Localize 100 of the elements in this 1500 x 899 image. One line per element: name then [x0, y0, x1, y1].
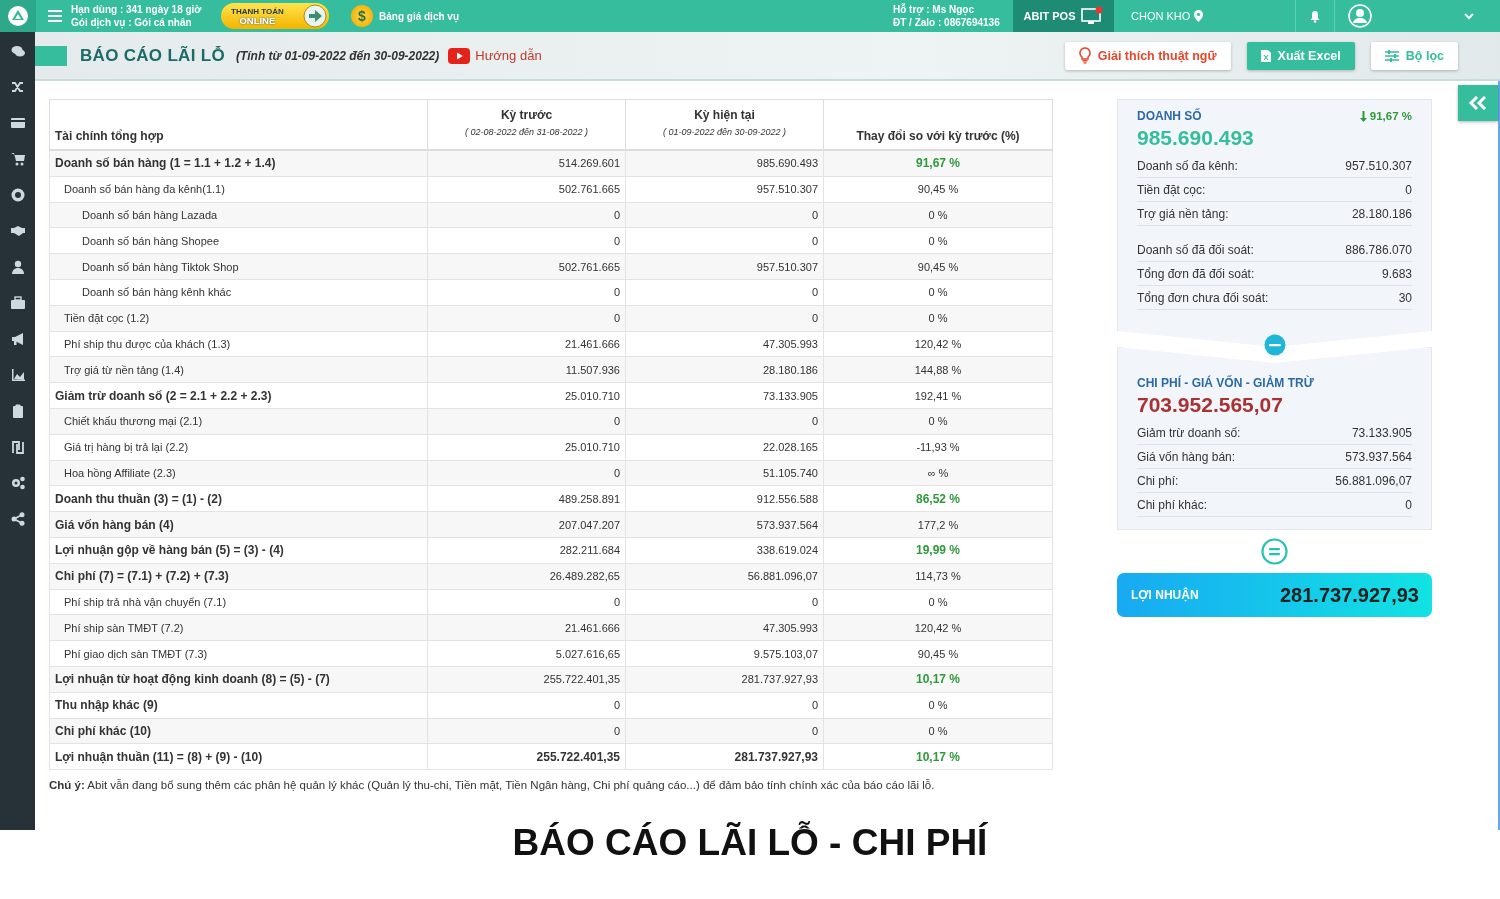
change-cell: 10,17 % — [915, 749, 960, 764]
summary-label: Chi phí khác: — [1137, 497, 1208, 512]
table-cell: 0 — [613, 466, 620, 479]
table-cell: 56.881.096,07 — [747, 570, 818, 583]
table-cell: 26.489.282,65 — [549, 570, 620, 583]
table-cell: 912.556.588 — [756, 492, 818, 505]
row-label: Thu nhập khác (9) — [55, 698, 158, 713]
card-icon[interactable] — [10, 116, 25, 130]
user-icon[interactable] — [10, 260, 25, 274]
table-cell: 28.180.186 — [762, 363, 818, 376]
row-label: Phí ship thu được của khách (1.3) — [64, 337, 231, 350]
row-label: Doanh thu thuần (3) = (1) - (2) — [55, 491, 222, 506]
column-header: Thay đổi so với kỳ trước (%) — [855, 129, 1021, 143]
change-cell: 114,73 % — [915, 570, 961, 583]
summary-value: 957.510.307 — [1345, 158, 1412, 173]
table-cell: 0 — [613, 286, 620, 299]
pos-button[interactable]: ABIT POS — [1013, 0, 1114, 32]
pay-online-button[interactable]: THANH TOÁN ONLINE — [221, 3, 329, 29]
change-cell: 86,52 % — [915, 491, 960, 506]
megaphone-icon[interactable] — [10, 332, 25, 346]
table-cell: 502.761.665 — [558, 260, 620, 273]
row-label: Lợi nhuận từ hoạt động kinh doanh (8) = (5) - (7) — [55, 672, 330, 687]
filter-button[interactable]: Bộ lọc — [1370, 41, 1458, 70]
summary-value: 9.683 — [1381, 266, 1412, 281]
title-accent-bar — [35, 45, 67, 66]
table-cell: 0 — [811, 286, 818, 299]
change-cell: 144,88 % — [914, 363, 962, 376]
plan-text: Gói dịch vụ : Gói cá nhân — [71, 16, 193, 29]
sliders-icon — [1384, 49, 1399, 62]
table-cell: 514.269.601 — [558, 157, 620, 170]
location-pin-icon — [1194, 10, 1204, 22]
table-cell: 957.510.307 — [756, 183, 818, 196]
card-title: CHI PHÍ - GIÁ VỐN - GIẢM TRỪ — [1137, 376, 1315, 390]
arrow-right-icon — [303, 4, 327, 28]
table-cell: 47.305.993 — [762, 621, 818, 634]
row-label: Phí giao dịch sàn TMĐT (7.3) — [64, 647, 208, 660]
cart-icon[interactable] — [10, 152, 25, 166]
double-chevron-left-icon — [1468, 96, 1488, 110]
table-cell: 5.027.616,65 — [555, 647, 620, 660]
row-label: Chi phí (7) = (7.1) + (7.2) + (7.3) — [55, 569, 229, 584]
change-cell: 90,45 % — [917, 183, 959, 196]
table-cell: 11.507.936 — [565, 363, 620, 376]
table-cell: 0 — [613, 699, 620, 712]
row-label: Giá vốn hàng bán (4) — [55, 517, 174, 532]
table-cell: 281.737.927,93 — [741, 673, 818, 686]
change-cell: 0 % — [928, 699, 948, 712]
arrow-down-icon — [1359, 110, 1367, 122]
chat-icon[interactable] — [10, 44, 25, 58]
column-header: Kỳ trước — [499, 108, 554, 122]
chart-icon[interactable] — [10, 368, 25, 382]
table-cell: 21.461.666 — [564, 621, 620, 634]
card-title: DOANH SỐ — [1137, 109, 1203, 123]
row-label: Doanh số bán hàng đa kênh(1.1) — [64, 183, 225, 196]
change-cell: 0 % — [928, 312, 948, 325]
table-cell: 0 — [811, 724, 818, 737]
change-cell: -11,93 % — [916, 441, 960, 454]
excel-button[interactable]: Xuất Excel — [1246, 41, 1355, 70]
table-cell: 0 — [613, 209, 620, 221]
change-text: 91,67 % — [1369, 110, 1412, 122]
table-cell: 985.690.493 — [756, 157, 818, 170]
video-play-icon[interactable] — [448, 47, 471, 64]
change-cell: 0 % — [928, 286, 948, 299]
row-label: Trợ giá từ nền tảng (1.4) — [64, 363, 184, 376]
note-text: Chú ý: Abit vẫn đang bổ sung thêm các phân hệ quản lý khác (Quản lý thu-chi, Tiền mặt, Tiền Ngân hàng, Chi phí quảng cáo...) để đảm bảo tính chính xác của báo cáo lãi lỗ. — [49, 779, 936, 792]
minus-icon — [1263, 334, 1286, 356]
change-cell: 0 % — [928, 595, 948, 608]
excel-file-icon — [1260, 49, 1271, 62]
table-cell: 0 — [811, 234, 818, 247]
table-cell: 0 — [811, 415, 818, 428]
profit-label: LỢI NHUẬN — [1131, 588, 1199, 602]
glossary-button[interactable]: Giải thích thuật ngữ — [1064, 41, 1231, 70]
summary-value: 28.180.186 — [1351, 206, 1412, 221]
page-title: BÁO CÁO LÃI LỖ — [80, 45, 225, 66]
period-text: (Tính từ 01-09-2022 đến 30-09-2022) — [235, 48, 440, 63]
phone-text: ĐT / Zalo : 0867694136 — [893, 16, 1001, 29]
summary-value: 886.786.070 — [1345, 242, 1412, 257]
revenue-total: 985.690.493 — [1137, 126, 1255, 150]
shuffle-icon[interactable] — [10, 80, 25, 94]
clipboard-icon[interactable] — [10, 404, 25, 418]
table-cell: 0 — [613, 312, 620, 325]
summary-value: 56.881.096,07 — [1335, 473, 1412, 488]
table-cell: 255.722.401,35 — [536, 749, 620, 764]
table-cell: 0 — [811, 209, 818, 221]
guide-link[interactable]: Hướng dẫn — [475, 48, 542, 63]
table-cell: 25.010.710 — [564, 441, 620, 454]
change-cell: 0 % — [928, 724, 948, 737]
summary-value: 30 — [1398, 290, 1412, 305]
table-cell: 957.510.307 — [756, 260, 818, 273]
support-text: Hỗ trợ : Ms Ngọc — [893, 3, 975, 16]
table-cell: 573.937.564 — [756, 518, 818, 531]
column-subheader: ( 02-08-2022 đến 31-08-2022 ) — [463, 127, 590, 137]
pricing-link[interactable]: $ Bảng giá dịch vụ — [351, 5, 459, 27]
summary-label: Doanh số đã đối soát: — [1137, 242, 1254, 257]
expiry-text: Hạn dùng : 341 ngày 18 giờ — [71, 3, 203, 16]
change-cell: 0 % — [928, 209, 948, 221]
table-cell: 281.737.927,93 — [734, 749, 818, 764]
briefcase-icon[interactable] — [10, 296, 25, 310]
summary-value: 73.133.905 — [1351, 425, 1412, 440]
share-icon[interactable] — [10, 512, 25, 526]
table-cell: 502.761.665 — [558, 183, 620, 196]
